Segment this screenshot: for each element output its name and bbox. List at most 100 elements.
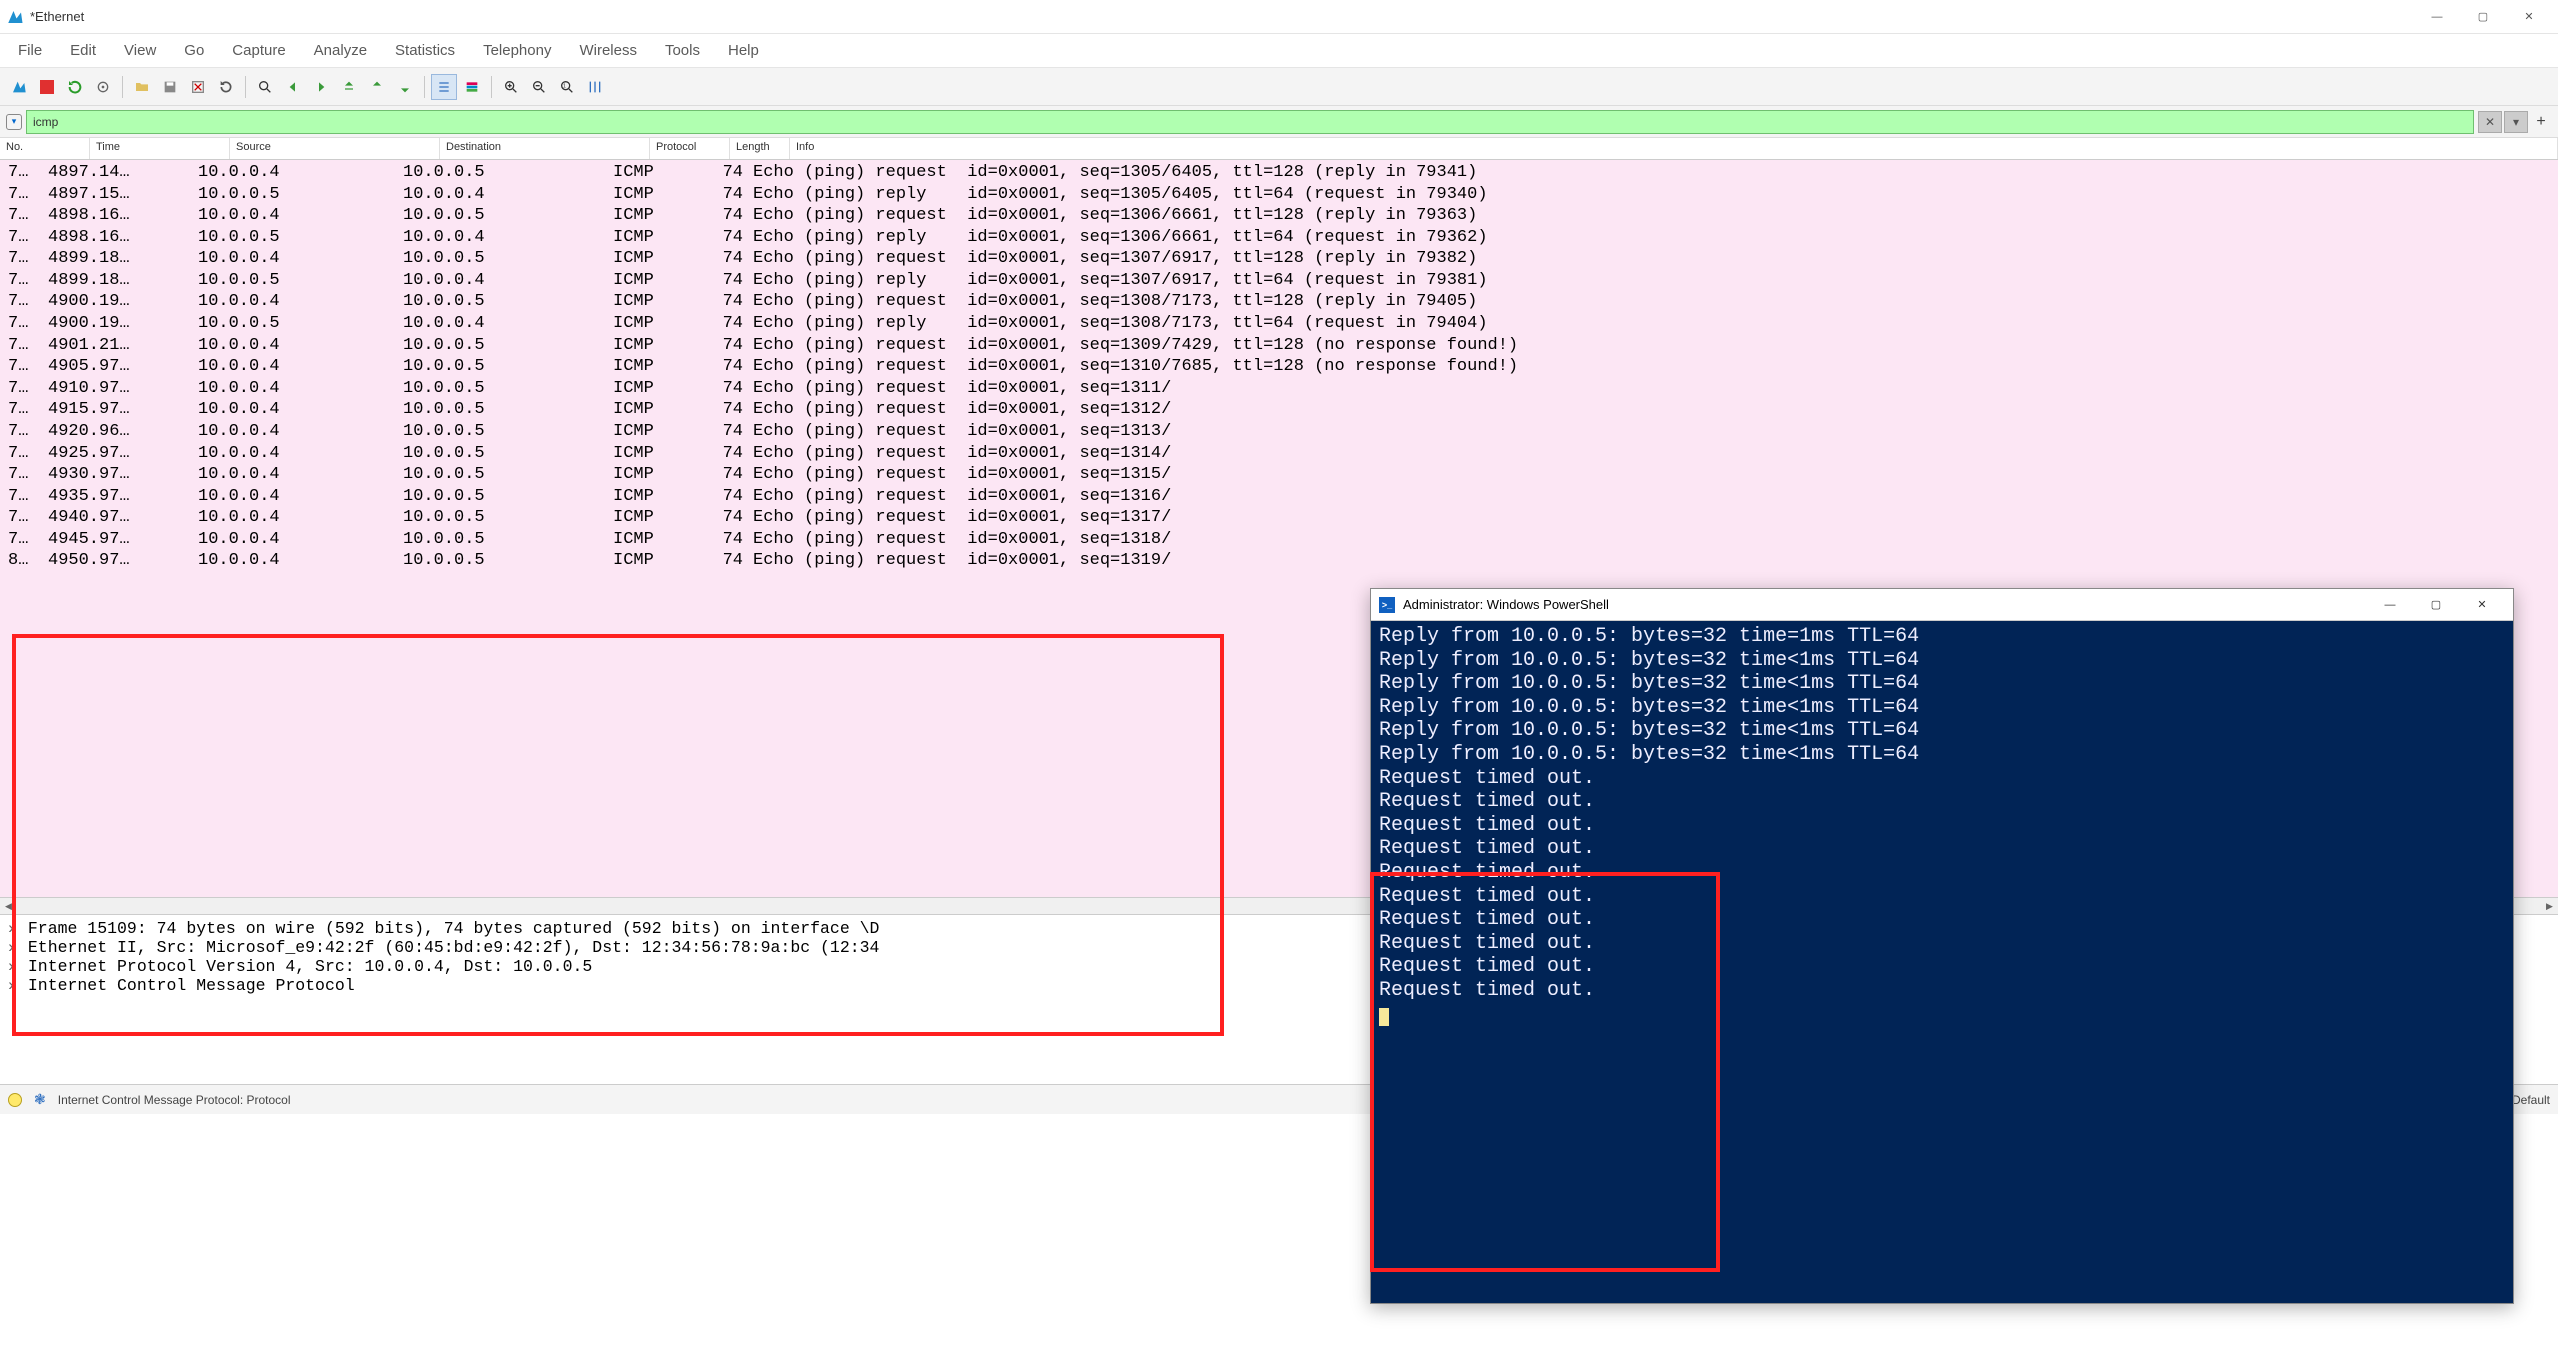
ps-output-line: Request timed out. bbox=[1379, 885, 2505, 909]
packet-row[interactable]: 7…4897.14…10.0.0.410.0.0.5ICMP74Echo (pi… bbox=[0, 162, 2558, 184]
zoom-reset-button[interactable]: 1 bbox=[554, 74, 580, 100]
display-filter-input[interactable] bbox=[26, 110, 2474, 134]
display-filter-toolbar: ▾ ✕ ▾ + bbox=[0, 106, 2558, 138]
auto-scroll-button[interactable] bbox=[431, 74, 457, 100]
column-no[interactable]: No. bbox=[0, 138, 90, 159]
expert-info-icon[interactable] bbox=[8, 1093, 22, 1107]
stop-capture-button[interactable] bbox=[34, 74, 60, 100]
ps-output-line: Request timed out. bbox=[1379, 861, 2505, 885]
column-source[interactable]: Source bbox=[230, 138, 440, 159]
start-capture-button[interactable] bbox=[6, 74, 32, 100]
ps-output-line: Request timed out. bbox=[1379, 908, 2505, 932]
ps-output-line: Reply from 10.0.0.5: bytes=32 time=1ms T… bbox=[1379, 625, 2505, 649]
column-time[interactable]: Time bbox=[90, 138, 230, 159]
scroll-left-arrow[interactable]: ◀ bbox=[0, 898, 17, 915]
ps-cursor bbox=[1379, 1008, 1389, 1026]
status-hint: Internet Control Message Protocol: Proto… bbox=[58, 1093, 291, 1107]
powershell-window[interactable]: >_ Administrator: Windows PowerShell — ▢… bbox=[1370, 588, 2514, 1304]
menu-statistics[interactable]: Statistics bbox=[381, 36, 469, 65]
ps-output-line: Request timed out. bbox=[1379, 790, 2505, 814]
ps-output-line: Reply from 10.0.0.5: bytes=32 time<1ms T… bbox=[1379, 672, 2505, 696]
toolbar-separator bbox=[122, 76, 123, 98]
packet-row[interactable]: 7…4945.97…10.0.0.410.0.0.5ICMP74Echo (pi… bbox=[0, 529, 2558, 551]
ps-minimize-button[interactable]: — bbox=[2367, 590, 2413, 620]
zoom-out-button[interactable] bbox=[526, 74, 552, 100]
maximize-button[interactable]: ▢ bbox=[2460, 2, 2506, 32]
minimize-button[interactable]: — bbox=[2414, 2, 2460, 32]
packet-row[interactable]: 7…4935.97…10.0.0.410.0.0.5ICMP74Echo (pi… bbox=[0, 486, 2558, 508]
powershell-icon: >_ bbox=[1379, 597, 1395, 613]
scroll-right-arrow[interactable]: ▶ bbox=[2541, 898, 2558, 915]
resize-columns-button[interactable] bbox=[582, 74, 608, 100]
wireshark-app-icon bbox=[6, 8, 24, 26]
menu-edit[interactable]: Edit bbox=[56, 36, 110, 65]
powershell-title-bar[interactable]: >_ Administrator: Windows PowerShell — ▢… bbox=[1371, 589, 2513, 621]
svg-text:1: 1 bbox=[563, 83, 566, 89]
menu-capture[interactable]: Capture bbox=[218, 36, 299, 65]
reload-button[interactable] bbox=[213, 74, 239, 100]
go-back-button[interactable] bbox=[280, 74, 306, 100]
open-file-button[interactable] bbox=[129, 74, 155, 100]
ps-output-line: Request timed out. bbox=[1379, 932, 2505, 956]
column-length[interactable]: Length bbox=[730, 138, 790, 159]
ps-output-line: Request timed out. bbox=[1379, 814, 2505, 838]
packet-row[interactable]: 7…4930.97…10.0.0.410.0.0.5ICMP74Echo (pi… bbox=[0, 464, 2558, 486]
menu-help[interactable]: Help bbox=[714, 36, 773, 65]
close-button[interactable]: ✕ bbox=[2506, 2, 2552, 32]
go-forward-button[interactable] bbox=[308, 74, 334, 100]
go-last-button[interactable] bbox=[392, 74, 418, 100]
packet-row[interactable]: 7…4910.97…10.0.0.410.0.0.5ICMP74Echo (pi… bbox=[0, 378, 2558, 400]
ps-maximize-button[interactable]: ▢ bbox=[2413, 590, 2459, 620]
column-protocol[interactable]: Protocol bbox=[650, 138, 730, 159]
packet-list-header[interactable]: No. Time Source Destination Protocol Len… bbox=[0, 138, 2558, 160]
packet-row[interactable]: 7…4940.97…10.0.0.410.0.0.5ICMP74Echo (pi… bbox=[0, 507, 2558, 529]
ps-close-button[interactable]: ✕ bbox=[2459, 590, 2505, 620]
toolbar-separator bbox=[491, 76, 492, 98]
close-file-button[interactable] bbox=[185, 74, 211, 100]
clear-filter-button[interactable]: ✕ bbox=[2478, 111, 2502, 133]
packet-row[interactable]: 7…4898.16…10.0.0.510.0.0.4ICMP74Echo (pi… bbox=[0, 227, 2558, 249]
menu-analyze[interactable]: Analyze bbox=[300, 36, 381, 65]
ps-output-line: Reply from 10.0.0.5: bytes=32 time<1ms T… bbox=[1379, 743, 2505, 767]
menu-telephony[interactable]: Telephony bbox=[469, 36, 565, 65]
packet-row[interactable]: 7…4900.19…10.0.0.410.0.0.5ICMP74Echo (pi… bbox=[0, 291, 2558, 313]
packet-row[interactable]: 7…4915.97…10.0.0.410.0.0.5ICMP74Echo (pi… bbox=[0, 399, 2558, 421]
go-to-packet-button[interactable] bbox=[336, 74, 362, 100]
menu-tools[interactable]: Tools bbox=[651, 36, 714, 65]
main-toolbar: 1 bbox=[0, 68, 2558, 106]
menu-view[interactable]: View bbox=[110, 36, 170, 65]
menu-file[interactable]: File bbox=[4, 36, 56, 65]
ps-output-line: Request timed out. bbox=[1379, 837, 2505, 861]
packet-row[interactable]: 7…4920.96…10.0.0.410.0.0.5ICMP74Echo (pi… bbox=[0, 421, 2558, 443]
packet-row[interactable]: 8…4950.97…10.0.0.410.0.0.5ICMP74Echo (pi… bbox=[0, 550, 2558, 572]
packet-row[interactable]: 7…4905.97…10.0.0.410.0.0.5ICMP74Echo (pi… bbox=[0, 356, 2558, 378]
powershell-console[interactable]: Reply from 10.0.0.5: bytes=32 time=1ms T… bbox=[1371, 621, 2513, 1030]
column-info[interactable]: Info bbox=[790, 138, 2558, 159]
find-button[interactable] bbox=[252, 74, 278, 100]
capture-file-properties-icon[interactable]: ❃ bbox=[34, 1091, 46, 1108]
packet-row[interactable]: 7…4900.19…10.0.0.510.0.0.4ICMP74Echo (pi… bbox=[0, 313, 2558, 335]
packet-row[interactable]: 7…4898.16…10.0.0.410.0.0.5ICMP74Echo (pi… bbox=[0, 205, 2558, 227]
zoom-in-button[interactable] bbox=[498, 74, 524, 100]
ps-output-line: Reply from 10.0.0.5: bytes=32 time<1ms T… bbox=[1379, 696, 2505, 720]
packet-row[interactable]: 7…4925.97…10.0.0.410.0.0.5ICMP74Echo (pi… bbox=[0, 443, 2558, 465]
packet-row[interactable]: 7…4899.18…10.0.0.510.0.0.4ICMP74Echo (pi… bbox=[0, 270, 2558, 292]
packet-row[interactable]: 7…4901.21…10.0.0.410.0.0.5ICMP74Echo (pi… bbox=[0, 335, 2558, 357]
go-first-button[interactable] bbox=[364, 74, 390, 100]
capture-options-button[interactable] bbox=[90, 74, 116, 100]
restart-capture-button[interactable] bbox=[62, 74, 88, 100]
column-destination[interactable]: Destination bbox=[440, 138, 650, 159]
colorize-button[interactable] bbox=[459, 74, 485, 100]
bookmark-filter-icon[interactable]: ▾ bbox=[6, 114, 22, 130]
add-filter-expr-button[interactable]: + bbox=[2530, 111, 2552, 133]
ps-output-line: Request timed out. bbox=[1379, 767, 2505, 791]
packet-row[interactable]: 7…4899.18…10.0.0.410.0.0.5ICMP74Echo (pi… bbox=[0, 248, 2558, 270]
menu-go[interactable]: Go bbox=[170, 36, 218, 65]
powershell-title: Administrator: Windows PowerShell bbox=[1403, 597, 2367, 612]
apply-filter-dropdown[interactable]: ▾ bbox=[2504, 111, 2528, 133]
window-title-bar: *Ethernet — ▢ ✕ bbox=[0, 0, 2558, 34]
packet-row[interactable]: 7…4897.15…10.0.0.510.0.0.4ICMP74Echo (pi… bbox=[0, 184, 2558, 206]
menu-wireless[interactable]: Wireless bbox=[565, 36, 651, 65]
toolbar-separator bbox=[424, 76, 425, 98]
save-button[interactable] bbox=[157, 74, 183, 100]
